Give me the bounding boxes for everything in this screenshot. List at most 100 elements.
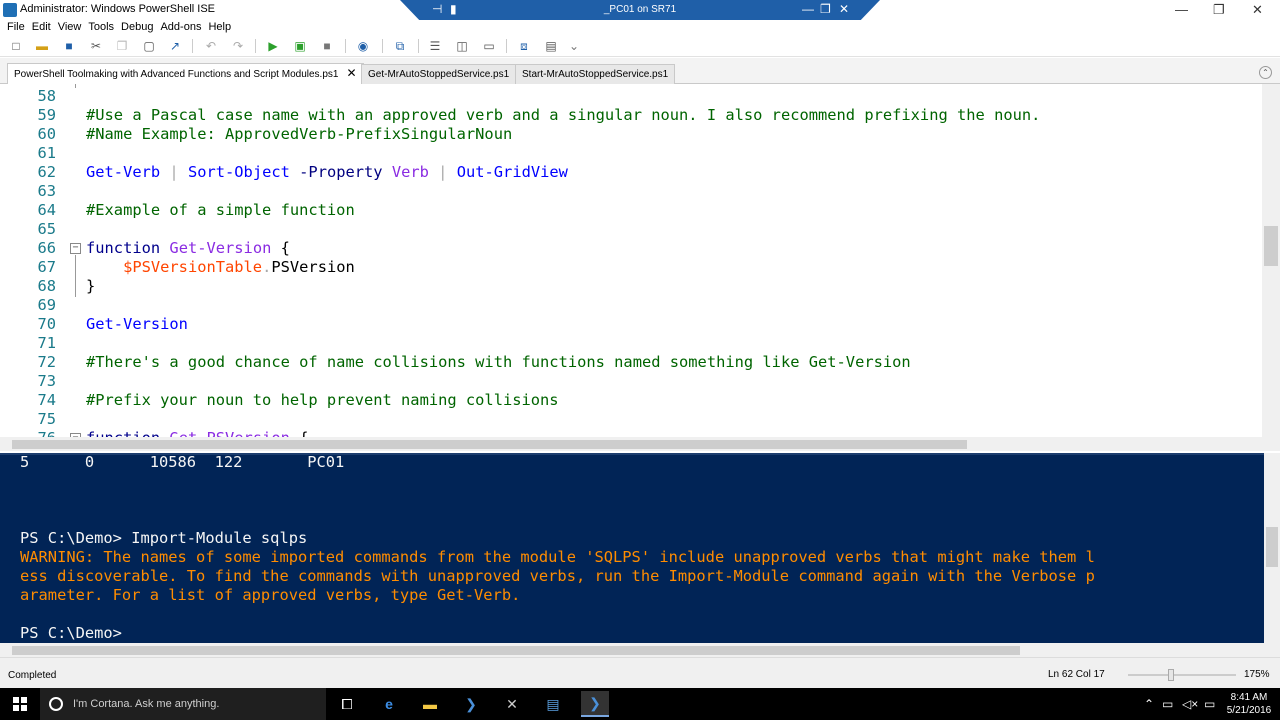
show-script-pane-right-icon[interactable]: ◫ [454, 38, 470, 54]
menu-debug[interactable]: Debug [121, 20, 153, 35]
editor-line[interactable]: 58 [0, 87, 1262, 106]
menu-file[interactable]: File [7, 20, 25, 35]
zoom-slider-track[interactable] [1128, 674, 1236, 676]
chevron-up-icon[interactable]: ⌃ [1144, 697, 1154, 711]
remote-powershell-icon[interactable]: ◉ [355, 38, 371, 54]
restore-button[interactable]: ❐ [1213, 2, 1225, 18]
show-script-pane-top-icon[interactable]: ☰ [427, 38, 443, 54]
code-token: #There's a good chance of name collision… [86, 353, 911, 371]
notifications-icon[interactable]: ▭ [1204, 697, 1215, 711]
show-command-window-icon[interactable]: ⧈ [516, 38, 532, 54]
new-file-icon[interactable]: □ [8, 38, 24, 54]
collapse-region-icon[interactable]: − [70, 243, 81, 254]
editor-line[interactable]: 70 Get-Version [0, 315, 1262, 334]
console-horizontal-scrollbar[interactable] [0, 643, 1280, 657]
save-icon[interactable]: ■ [61, 38, 77, 54]
console-line: PS C:\Demo> Import-Module sqlps [20, 529, 308, 547]
run-selection-icon[interactable]: ▣ [292, 38, 308, 54]
start-button[interactable] [0, 688, 40, 720]
console-vertical-scrollbar[interactable] [1264, 453, 1280, 643]
scrollbar-thumb[interactable] [1264, 226, 1278, 266]
chevron-up-icon[interactable]: ⌃ [1259, 66, 1272, 79]
cut-icon[interactable]: ✂ [88, 38, 104, 54]
tab-start-mrautostoppedservice[interactable]: Start-MrAutoStoppedService.ps1 [515, 64, 676, 84]
editor-line[interactable]: 59 #Use a Pascal case name with an approv… [0, 106, 1262, 125]
editor-line[interactable]: 65 [0, 220, 1262, 239]
menu-edit[interactable]: Edit [32, 20, 51, 35]
powershell-icon[interactable]: ❯ [460, 694, 482, 714]
clear-console-icon[interactable]: ↗ [167, 38, 183, 54]
paste-icon[interactable]: ▢ [141, 38, 157, 54]
editor-line[interactable]: 75 [0, 410, 1262, 429]
run-script-icon[interactable]: ▶ [265, 38, 281, 54]
line-number: 59 [37, 106, 56, 124]
code-token: Verb [391, 163, 429, 181]
copy-icon[interactable]: ❐ [114, 38, 130, 54]
network-icon[interactable]: ▭ [1162, 697, 1173, 711]
editor-vertical-scrollbar[interactable] [1262, 84, 1280, 437]
show-command-addon-icon[interactable]: ▤ [543, 38, 559, 54]
rdp-close-button[interactable]: ✕ [839, 2, 849, 16]
close-tab-icon[interactable]: ✕ [346, 66, 356, 80]
show-script-pane-max-icon[interactable]: ▭ [481, 38, 497, 54]
editor-line[interactable]: 66 function Get-Version { [0, 239, 1262, 258]
console-pane[interactable]: 5 0 10586 122 PC01 PS C:\Demo> Import-Mod… [0, 453, 1264, 643]
toolbar-separator [192, 39, 193, 53]
editor-line[interactable]: 76 function Get-PSVersion { [0, 429, 1262, 437]
editor-line[interactable]: 63 [0, 182, 1262, 201]
editor-line[interactable]: 62 Get-Verb | Sort-Object -Property Verb … [0, 163, 1262, 182]
editor-line[interactable]: 71 [0, 334, 1262, 353]
redo-icon[interactable]: ↷ [230, 38, 246, 54]
editor-line[interactable]: 68} [0, 277, 1262, 296]
editor-line[interactable]: 64 #Example of a simple function [0, 201, 1262, 220]
server-manager-icon[interactable]: ▤ [542, 694, 564, 714]
editor-horizontal-scrollbar[interactable] [0, 437, 1280, 451]
editor-line[interactable]: 61 [0, 144, 1262, 163]
code-text: Get-Verb | Sort-Object -Property Verb | … [86, 163, 568, 182]
code-text: } [86, 277, 95, 296]
rdp-minimize-button[interactable]: — [802, 2, 814, 16]
menu-help[interactable]: Help [208, 20, 231, 35]
line-number: 72 [37, 353, 56, 371]
clock[interactable]: 8:41 AM 5/21/2016 [1224, 691, 1274, 717]
line-number: 70 [37, 315, 56, 333]
minimize-button[interactable]: — [1175, 2, 1188, 17]
file-explorer-icon[interactable]: ▬ [419, 694, 441, 714]
task-view-icon[interactable]: ⧠ [336, 694, 358, 714]
scrollbar-thumb[interactable] [12, 646, 1020, 655]
toolbar-overflow-icon[interactable]: ⌄ [566, 38, 582, 54]
code-text: $PSVersionTable.PSVersion [86, 258, 355, 277]
start-powershell-icon[interactable]: ⧉ [392, 38, 408, 54]
tab-label: Get-MrAutoStoppedService.ps1 [368, 69, 510, 80]
tools-icon[interactable]: ✕ [501, 694, 523, 714]
powershell-ise-taskbar-icon[interactable]: ❯ [581, 691, 609, 717]
menu-tools[interactable]: Tools [88, 20, 114, 35]
line-number: 67 [37, 258, 56, 276]
editor-line[interactable]: 69 [0, 296, 1262, 315]
stop-icon[interactable]: ■ [319, 38, 335, 54]
close-button[interactable]: ✕ [1252, 2, 1263, 18]
code-token: } [86, 277, 96, 295]
open-folder-icon[interactable]: ▬ [34, 38, 50, 54]
toolbar-separator [345, 39, 346, 53]
script-editor[interactable]: 58 59 #Use a Pascal case name with an appr… [0, 84, 1262, 437]
editor-line[interactable]: 72 #There's a good chance of name collisi… [0, 353, 1262, 372]
editor-line[interactable]: 73 [0, 372, 1262, 391]
rdp-restore-button[interactable]: ❐ [820, 2, 831, 16]
tab-get-mrautostoppedservice[interactable]: Get-MrAutoStoppedService.ps1 [361, 64, 517, 84]
edge-browser-icon[interactable]: e [378, 694, 400, 714]
status-bar: Completed Ln 62 Col 17 175% [0, 657, 1280, 688]
cortana-search-box[interactable]: I'm Cortana. Ask me anything. [40, 688, 326, 720]
editor-line[interactable]: 67 $PSVersionTable.PSVersion [0, 258, 1262, 277]
menu-view[interactable]: View [58, 20, 82, 35]
scrollbar-thumb[interactable] [12, 440, 967, 449]
tab-powershell-toolmaking[interactable]: PowerShell Toolmaking with Advanced Func… [7, 63, 364, 85]
zoom-slider-thumb[interactable] [1168, 669, 1174, 681]
code-token: #Name Example: ApprovedVerb-PrefixSingul… [86, 125, 513, 143]
editor-line[interactable]: 60 #Name Example: ApprovedVerb-PrefixSing… [0, 125, 1262, 144]
menu-addons[interactable]: Add-ons [160, 20, 201, 35]
undo-icon[interactable]: ↶ [203, 38, 219, 54]
scrollbar-thumb[interactable] [1266, 527, 1278, 567]
volume-icon[interactable]: ◁× [1182, 697, 1198, 711]
editor-line[interactable]: 74 #Prefix your noun to help prevent nami… [0, 391, 1262, 410]
